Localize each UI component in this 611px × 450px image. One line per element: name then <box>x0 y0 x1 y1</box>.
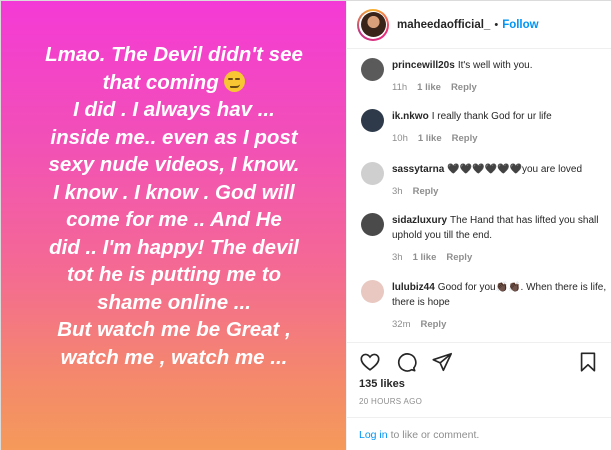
comment-avatar[interactable] <box>361 280 384 303</box>
comment-time[interactable]: 11h <box>392 82 407 93</box>
story-line: come for me .. And He <box>66 208 282 231</box>
heart-icon[interactable] <box>359 351 381 373</box>
reply-button[interactable]: Reply <box>413 186 439 197</box>
story-line: But watch me be Great , <box>57 318 291 341</box>
story-line: I know . I know . God will <box>53 180 295 204</box>
reply-button[interactable]: Reply <box>420 319 446 330</box>
login-link[interactable]: Log in <box>359 429 388 441</box>
comment-likes[interactable]: 1 like <box>413 252 437 263</box>
story-line: sexy nude videos, I know. <box>48 153 300 176</box>
story-line: shame online ... <box>97 290 251 314</box>
post-sidebar: maheedaofficial_ • Follow princewill20s I… <box>346 1 611 450</box>
story-line: Lmao. The Devil didn't see <box>45 43 303 66</box>
post-timestamp[interactable]: 20 HOURS AGO <box>359 397 422 406</box>
comment-item: ik.nkwo I really thank God for ur life 10… <box>361 109 607 144</box>
comment-username[interactable]: sidazluxury <box>392 215 447 226</box>
comment-item: sassytarna 🖤🖤🖤🖤🖤🖤you are loved 3h Reply <box>361 162 607 197</box>
comment-username[interactable]: sassytarna <box>392 164 444 175</box>
comment-item: sidazluxury The Hand that has lifted you … <box>361 213 607 263</box>
comment-username[interactable]: lulubiz44 <box>392 282 435 293</box>
avatar[interactable] <box>357 8 389 41</box>
bookmark-icon[interactable] <box>577 351 599 373</box>
comment-time[interactable]: 32m <box>392 319 410 330</box>
comments-list[interactable]: princewill20s It's well with you. 11h 1 li… <box>347 50 611 342</box>
smirking-face-icon <box>224 70 246 92</box>
comment-icon[interactable] <box>395 351 417 373</box>
comment-avatar[interactable] <box>361 109 384 132</box>
likes-count[interactable]: 135 likes <box>359 378 405 390</box>
reply-button[interactable]: Reply <box>451 82 477 93</box>
story-line: tot he is putting me to <box>66 263 282 286</box>
comment-text: I really thank God for ur life <box>431 111 552 122</box>
post-modal: Lmao. The Devil didn't see that coming I… <box>0 0 611 450</box>
share-icon[interactable] <box>431 351 453 373</box>
comment-username[interactable]: princewill20s <box>392 60 455 71</box>
comment-username[interactable]: ik.nkwo <box>392 111 429 122</box>
reply-button[interactable]: Reply <box>452 133 478 144</box>
post-author-username[interactable]: maheedaofficial_ <box>397 19 490 31</box>
comment-likes[interactable]: 1 like <box>418 133 442 144</box>
comment-time[interactable]: 3h <box>392 252 403 263</box>
comment-text: 🖤🖤🖤🖤🖤🖤you are loved <box>447 164 583 175</box>
comment-likes[interactable]: 1 like <box>417 82 441 93</box>
comment-item: lulubiz44 Good for you👏🏿👏🏿. When there is… <box>361 280 607 330</box>
story-line: inside me.. even as I post <box>50 125 298 149</box>
follow-button[interactable]: Follow <box>502 19 538 31</box>
reply-button[interactable]: Reply <box>446 252 472 263</box>
comment-time[interactable]: 3h <box>392 186 403 197</box>
comment-avatar[interactable] <box>361 58 384 81</box>
login-prompt-text: to like or comment. <box>390 429 480 441</box>
story-line: I did . I always hav ... <box>73 98 275 121</box>
post-image[interactable]: Lmao. The Devil didn't see that coming I… <box>1 1 346 450</box>
login-prompt: Log in to like or comment. <box>347 417 611 450</box>
comment-item: princewill20s It's well with you. 11h 1 li… <box>361 58 607 93</box>
separator-dot: • <box>494 18 499 31</box>
story-caption: Lmao. The Devil didn't see that coming I… <box>9 41 339 371</box>
story-line: that coming <box>9 69 339 97</box>
story-line: did .. I'm happy! The devil <box>49 235 299 259</box>
post-actions: 135 likes 20 HOURS AGO Log in to like or… <box>347 342 611 450</box>
post-header: maheedaofficial_ • Follow <box>347 1 611 49</box>
story-line: watch me , watch me ... <box>60 345 288 369</box>
comment-text: It's well with you. <box>457 60 533 71</box>
comment-avatar[interactable] <box>361 162 384 185</box>
comment-avatar[interactable] <box>361 213 384 236</box>
comment-time[interactable]: 10h <box>392 133 408 144</box>
